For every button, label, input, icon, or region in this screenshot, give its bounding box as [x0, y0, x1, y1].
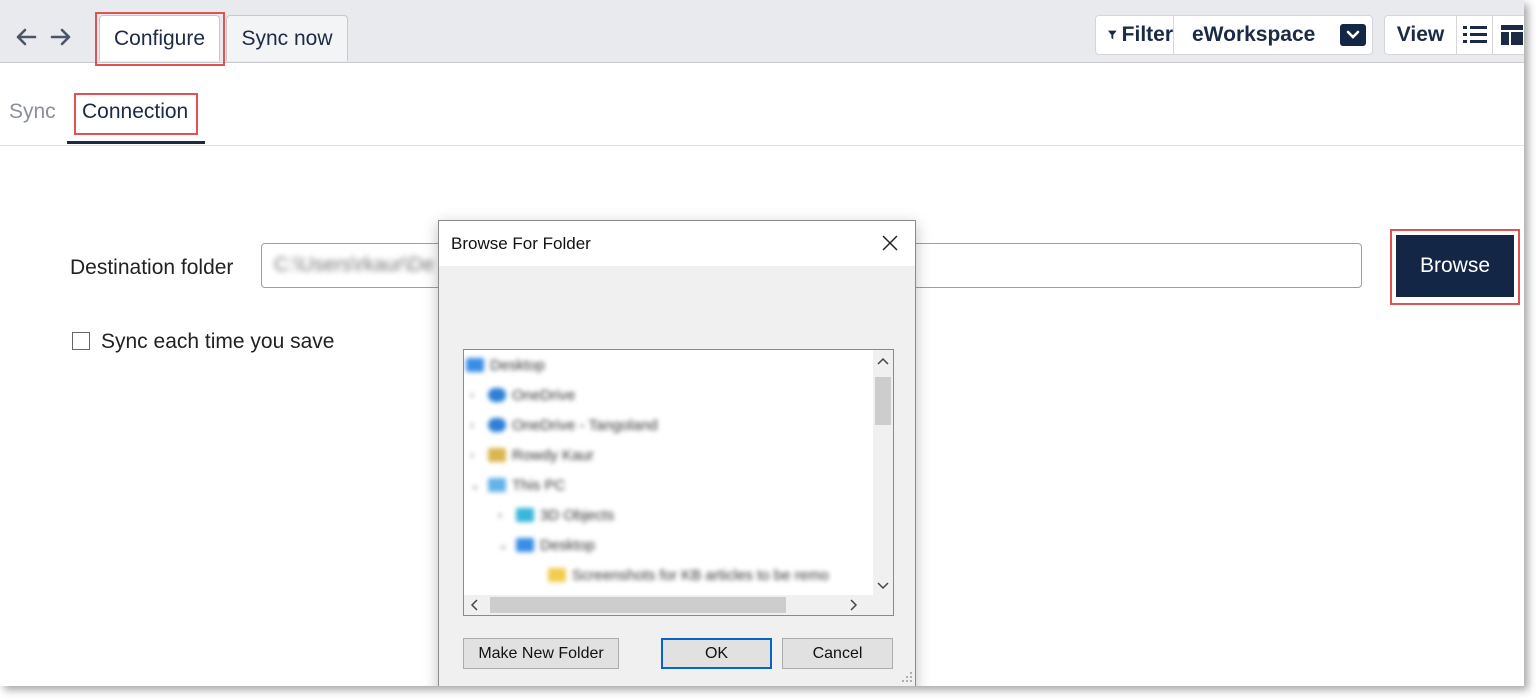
highlight-browse	[1390, 229, 1520, 305]
filter-label: Filter	[1121, 23, 1173, 46]
ok-button[interactable]: OK	[661, 638, 772, 669]
layout-view-button[interactable]	[1493, 16, 1524, 54]
chevron-up-icon[interactable]	[877, 357, 889, 365]
tree-item[interactable]: › OneDrive	[470, 384, 575, 406]
tree-item[interactable]: › OneDrive - Tangoland	[470, 414, 658, 436]
scroll-corner	[873, 595, 893, 615]
tree-item[interactable]: › 3D Objects	[498, 504, 614, 526]
cloud-icon	[488, 388, 506, 402]
filter-button[interactable]: Filter	[1096, 16, 1174, 54]
folder-yellow-icon	[548, 568, 566, 582]
folder-tree[interactable]: Desktop › OneDrive › OneDrive - Tangolan…	[463, 349, 894, 616]
pc-icon	[488, 478, 506, 492]
list-view-button[interactable]	[1457, 16, 1493, 54]
view-group: View	[1384, 15, 1524, 55]
arrow-right-icon[interactable]	[48, 24, 74, 50]
make-new-folder-label: Make New Folder	[478, 644, 604, 662]
close-icon[interactable]	[879, 232, 901, 254]
highlight-connection	[74, 93, 198, 135]
browse-folder-dialog: Browse For Folder Desktop › OneDrive › O…	[438, 220, 916, 686]
folder-blue-icon	[516, 538, 534, 552]
tree-vertical-scrollbar[interactable]	[873, 350, 893, 596]
sync-each-save-label: Sync each time you save	[101, 330, 335, 353]
destination-folder-label: Destination folder	[70, 256, 234, 279]
workspace-select[interactable]: eWorkspace	[1174, 16, 1372, 54]
tree-item[interactable]: › Rowdy Kaur	[470, 444, 594, 466]
subtab-active-indicator	[67, 141, 205, 144]
horizontal-scroll-thumb[interactable]	[490, 597, 786, 613]
make-new-folder-button[interactable]: Make New Folder	[463, 638, 619, 669]
ok-label: OK	[704, 644, 729, 662]
workspace-value: eWorkspace	[1192, 23, 1316, 46]
tree-item[interactable]: Desktop	[466, 354, 545, 376]
tree-horizontal-scrollbar[interactable]	[464, 595, 874, 615]
resize-grip-icon[interactable]	[901, 671, 913, 683]
app-window: Configure Sync now Filter eWorkspace Vie…	[0, 0, 1524, 686]
vertical-scroll-thumb[interactable]	[875, 377, 891, 425]
subtab-sync[interactable]: Sync	[9, 100, 56, 124]
tab-sync-now[interactable]: Sync now	[226, 15, 348, 61]
tab-sync-now-label: Sync now	[241, 26, 333, 50]
arrow-left-icon[interactable]	[13, 24, 39, 50]
user-folder-icon	[488, 448, 506, 462]
subtab-divider	[0, 145, 1524, 146]
cancel-button[interactable]: Cancel	[782, 638, 893, 669]
cloud-icon	[488, 418, 506, 432]
destination-folder-value: C:\Users\rkaur\De	[274, 254, 435, 276]
tree-item[interactable]: Screenshots for KB articles to be remo	[548, 564, 829, 586]
dialog-title: Browse For Folder	[451, 234, 591, 253]
layout-icon	[1501, 25, 1523, 45]
tree-item[interactable]: ⌄ Desktop	[498, 534, 595, 556]
chevron-down-icon[interactable]	[1340, 24, 1366, 46]
top-toolbar: Configure Sync now Filter eWorkspace Vie…	[0, 0, 1524, 66]
cancel-label: Cancel	[812, 644, 863, 662]
sync-each-save-checkbox[interactable]	[72, 332, 90, 350]
chevron-down-icon[interactable]	[877, 582, 889, 590]
chevron-left-icon[interactable]	[470, 599, 478, 611]
dialog-title-bar: Browse For Folder	[439, 221, 915, 266]
list-icon	[1462, 26, 1487, 43]
folder-blue-icon	[466, 358, 484, 372]
tree-item[interactable]: ⌄ This PC	[470, 474, 565, 496]
view-label: View	[1396, 23, 1445, 46]
filter-group: Filter eWorkspace	[1095, 15, 1373, 55]
chevron-right-icon[interactable]	[850, 599, 858, 611]
funnel-icon	[1108, 30, 1117, 40]
highlight-configure	[95, 12, 225, 66]
3d-objects-icon	[516, 508, 534, 522]
view-button[interactable]: View	[1385, 16, 1457, 54]
